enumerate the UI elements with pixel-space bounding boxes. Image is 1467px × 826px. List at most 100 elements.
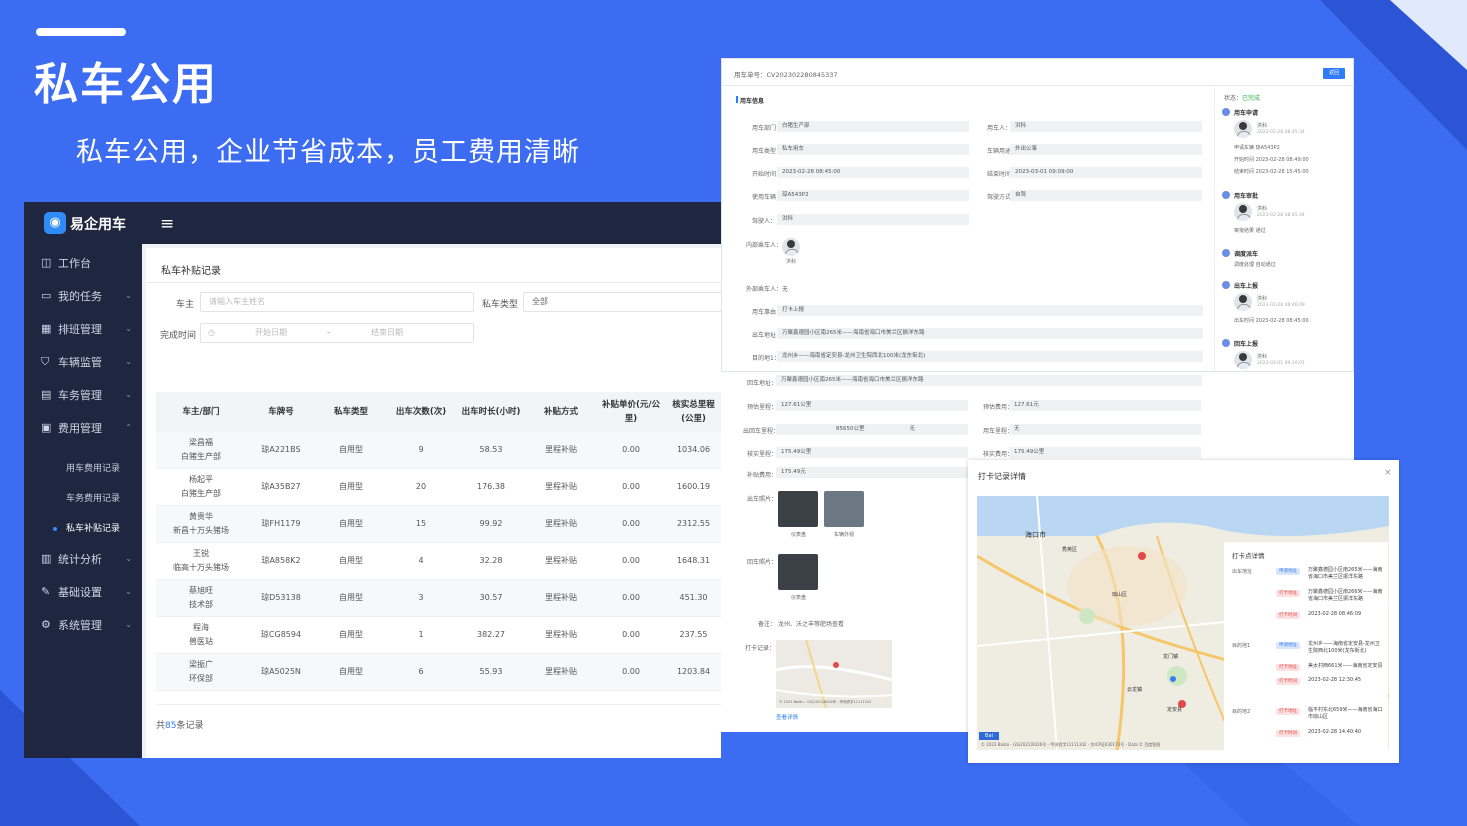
return-value: 万聚鑫德园小区南265米——海南省海口市美兰区振洋东路	[776, 375, 1202, 386]
sidebar: ◫ 工作台 ▭ 我的任务 ⌄ ▦ 排班管理 ⌄ ⛉ 车辆监管 ⌄ ▤ 车务管理 ⌄ ▣ 费用管理 ⌃ …	[24, 244, 142, 758]
checkin-tag: 打卡时间	[1276, 730, 1300, 737]
menu-toggle-icon[interactable]: ≡	[160, 214, 174, 234]
sidebar-item-basic-settings[interactable]: ✎ 基础设置 ⌄	[24, 575, 142, 608]
checkin-tag: 打卡地址	[1276, 664, 1300, 671]
cell-unit-price: 0.00	[622, 482, 640, 491]
sidebar-sub-item-affairs-cost[interactable]: 车务费用记录	[24, 485, 142, 513]
cell-unit-price: 0.00	[622, 556, 640, 565]
owner-name: 梁振广	[189, 660, 213, 669]
driver-value: 洪科	[777, 214, 969, 225]
col-hours: 出车时长(小时)	[461, 407, 521, 417]
mini-map-footer: © 2023 Baidu - GS(2021)6026号 - 甲测资字11111…	[779, 700, 872, 704]
field-value: 175.49公里	[776, 447, 968, 458]
cell-plate: 琼A221BS	[261, 445, 301, 454]
subsidy-value: 175.49元	[776, 467, 968, 478]
cell-unit-price: 0.00	[622, 519, 640, 528]
timeline-user: 洪科	[1257, 123, 1268, 129]
field-value: 自驾	[1010, 190, 1202, 201]
back-button[interactable]: 返回	[1323, 68, 1345, 79]
back-photo-label: 回车照片：	[747, 559, 778, 566]
sidebar-item-schedule[interactable]: ▦ 排班管理 ⌄	[24, 312, 142, 345]
cell-type: 自用型	[339, 482, 363, 491]
hero-accent-bar	[36, 28, 126, 36]
field-label: 核实里程：	[747, 451, 778, 458]
car-exterior-photo[interactable]	[824, 491, 864, 527]
owner-name: 程海	[193, 623, 209, 632]
view-detail-link[interactable]: 查看详情	[776, 713, 798, 721]
total-count: 共85条记录	[156, 721, 204, 731]
owner-label: 车主	[176, 300, 195, 310]
timeline-dot-icon	[1222, 108, 1230, 116]
timeline-detail: 结束时间 2023-02-28 15:45:00	[1234, 169, 1309, 175]
panel-title: 私车补贴记录	[161, 266, 221, 277]
table-row-partial	[156, 691, 721, 705]
timeline-dot-icon	[1222, 249, 1230, 257]
table-row[interactable]: 黄贵华 新昌十万头猪场 琼FH1179 自用型 15 99.92 里程补贴 0.00 2312.…	[156, 506, 721, 543]
table-row[interactable]: 杨起平 白猪生产部 琼A35B27 自用型 20 176.38 里程补贴 0.00 1600.1…	[156, 469, 721, 506]
sidebar-item-system[interactable]: ⚙ 系统管理 ⌄	[24, 608, 142, 641]
cell-type: 自用型	[339, 445, 363, 454]
section-title: 用车信息	[740, 98, 765, 105]
table-header: 车主/部门 车牌号 私车类型 出车次数(次) 出车时长(小时) 补贴方式 补贴单…	[156, 392, 721, 432]
cell-hours: 176.38	[477, 482, 505, 491]
map-label: 海口市	[1025, 531, 1046, 539]
wrench-icon: ✎	[41, 585, 51, 598]
cell-type: 自用型	[339, 519, 363, 528]
document-icon: ▤	[41, 388, 52, 401]
end-mileage: 无	[909, 426, 916, 432]
sidebar-item-tasks[interactable]: ▭ 我的任务 ⌄	[24, 279, 142, 312]
cell-mileage: 2312.55	[676, 519, 711, 528]
sidebar-item-cost[interactable]: ▣ 费用管理 ⌃	[24, 411, 142, 444]
mileage-box: 85650公里 无	[776, 424, 968, 435]
mini-map[interactable]: © 2023 Baidu - GS(2021)6026号 - 甲测资字11111…	[776, 640, 892, 708]
divider	[722, 85, 1353, 86]
sidebar-sub-item-car-cost[interactable]: 用车费用记录	[24, 455, 142, 483]
close-icon[interactable]: ×	[1384, 468, 1392, 478]
table-row[interactable]: 梁昌福 白猪生产部 琼A221BS 自用型 9 58.53 里程补贴 0.00 1034.06	[156, 432, 721, 469]
gear-icon: ⚙	[41, 618, 51, 631]
checkin-map[interactable]: 海口市 秀英区 琼山区 定安县 云龙镇 龙门镇 Bai © 2023 Baidu…	[977, 496, 1389, 750]
cell-method: 里程补贴	[545, 482, 577, 491]
dashboard-photo[interactable]	[778, 554, 818, 590]
map-footer: © 2023 Baidu - GS(2021)6026号 - 甲测资字11111…	[981, 742, 1161, 747]
end-date: 结束日期	[371, 328, 403, 337]
sidebar-sub-item-private-subsidy[interactable]: 私车补贴记录	[24, 515, 142, 543]
cell-plate: 琼A858K2	[261, 556, 301, 565]
return-label: 回车地址：	[747, 380, 778, 387]
status-value: 已完成	[1242, 95, 1261, 102]
cell-plate: 琼D53138	[261, 593, 301, 602]
car-type-select[interactable]: 全部	[523, 292, 721, 312]
table-row[interactable]: 梁振广 环保部 琼A5025N 自用型 6 55.93 里程补贴 0.00 1203.84	[156, 654, 721, 691]
table-row[interactable]: 蔡旭旺 技术部 琼D53138 自用型 3 30.57 里程补贴 0.00 451.30	[156, 580, 721, 617]
sidebar-item-vehicle-affairs[interactable]: ▤ 车务管理 ⌄	[24, 378, 142, 411]
cell-owner: 杨起平 白猪生产部	[156, 469, 246, 505]
timeline-dot-icon	[1222, 281, 1230, 289]
table-row[interactable]: 程海 兽医站 琼CG8594 自用型 1 382.27 里程补贴 0.00 237.55	[156, 617, 721, 654]
owner-department: 白猪生产部	[181, 489, 221, 498]
owner-search-input[interactable]: 请输入车主姓名	[200, 292, 474, 312]
checkin-group-label: 目的地1	[1232, 643, 1251, 649]
chevron-down-icon: ⌄	[125, 587, 132, 596]
destination-value: 龙州乡——海南省定安县-龙州卫生院西北100米(龙东街北)	[777, 351, 1203, 362]
mini-map-roads	[776, 640, 892, 708]
sidebar-item-dashboard[interactable]: ◫ 工作台	[24, 246, 142, 279]
chevron-down-icon: ⌄	[125, 620, 132, 629]
col-type: 私车类型	[333, 407, 368, 417]
date-range-picker[interactable]: ◷ 开始日期 - 结束日期	[200, 323, 474, 343]
field-label: 预估里程：	[747, 404, 778, 411]
cell-mileage: 1648.31	[676, 556, 711, 565]
dashboard-photo[interactable]	[778, 491, 818, 527]
hero-subtitle: 私车公用，企业节省成本，员工费用清晰	[76, 137, 580, 168]
timeline-user: 洪科	[1257, 354, 1268, 360]
note-label: 备注：	[758, 621, 777, 628]
timeline-dot-icon	[1222, 339, 1230, 347]
cell-type: 自用型	[339, 667, 363, 676]
baidu-logo-icon: Bai	[979, 732, 999, 740]
timeline-detail: 调度处理 自动通过	[1234, 262, 1276, 268]
hero-title: 私车公用	[34, 59, 218, 110]
photo-caption: 仪表盘	[791, 532, 807, 538]
sidebar-item-vehicle-supervision[interactable]: ⛉ 车辆监管 ⌄	[24, 345, 142, 378]
cell-type: 自用型	[339, 556, 363, 565]
sidebar-item-statistics[interactable]: ▥ 统计分析 ⌄	[24, 542, 142, 575]
table-row[interactable]: 王锐 临高十万头猪场 琼A858K2 自用型 4 32.28 里程补贴 0.00 1648.31	[156, 543, 721, 580]
